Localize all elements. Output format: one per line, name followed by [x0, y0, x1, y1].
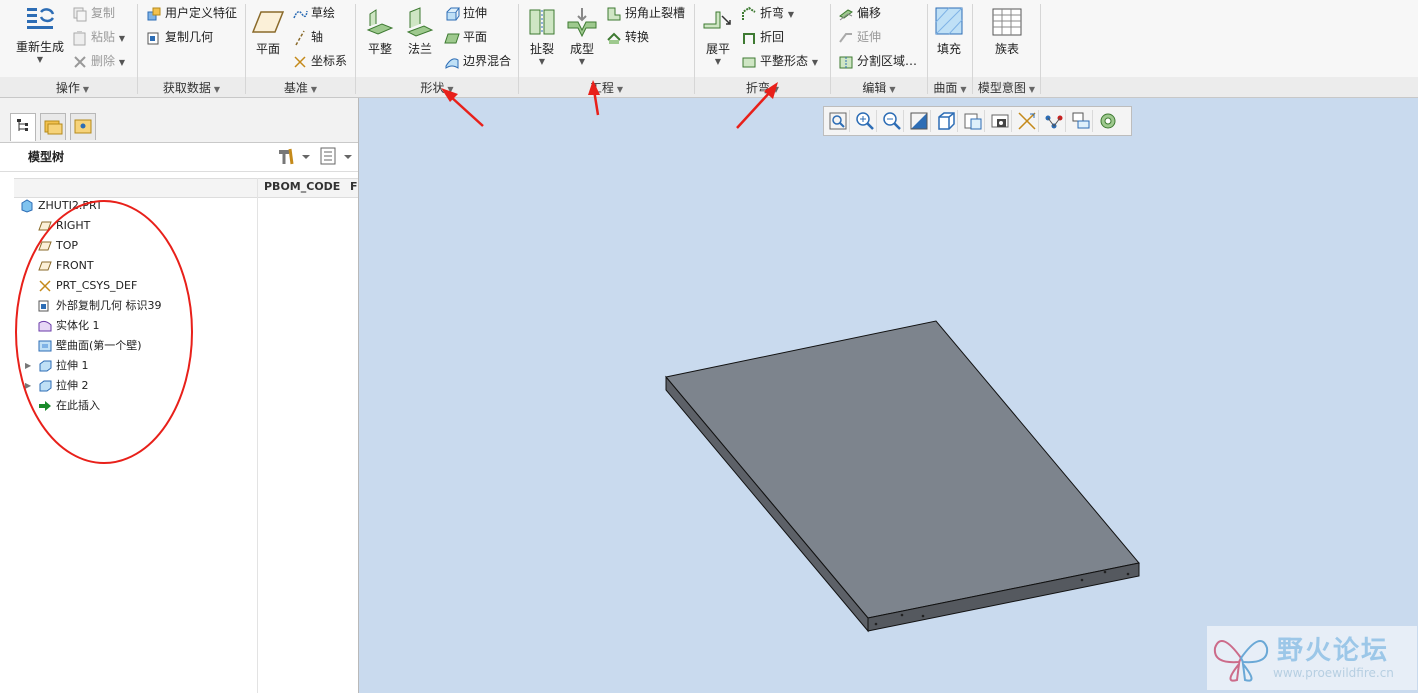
red-arrow-annotation [441, 88, 484, 127]
watermark-title: 野火论坛 [1277, 636, 1390, 666]
butterfly-logo-icon [1213, 639, 1269, 682]
watermark-url: www.proewildfire.cn [1273, 666, 1394, 680]
red-arrow-annotation [588, 80, 600, 116]
red-arrow-annotation [736, 82, 778, 129]
annotation-overlay [15, 80, 778, 464]
red-circle-annotation [15, 200, 193, 464]
watermark: 野火论坛 www.proewildfire.cn [1207, 626, 1417, 690]
